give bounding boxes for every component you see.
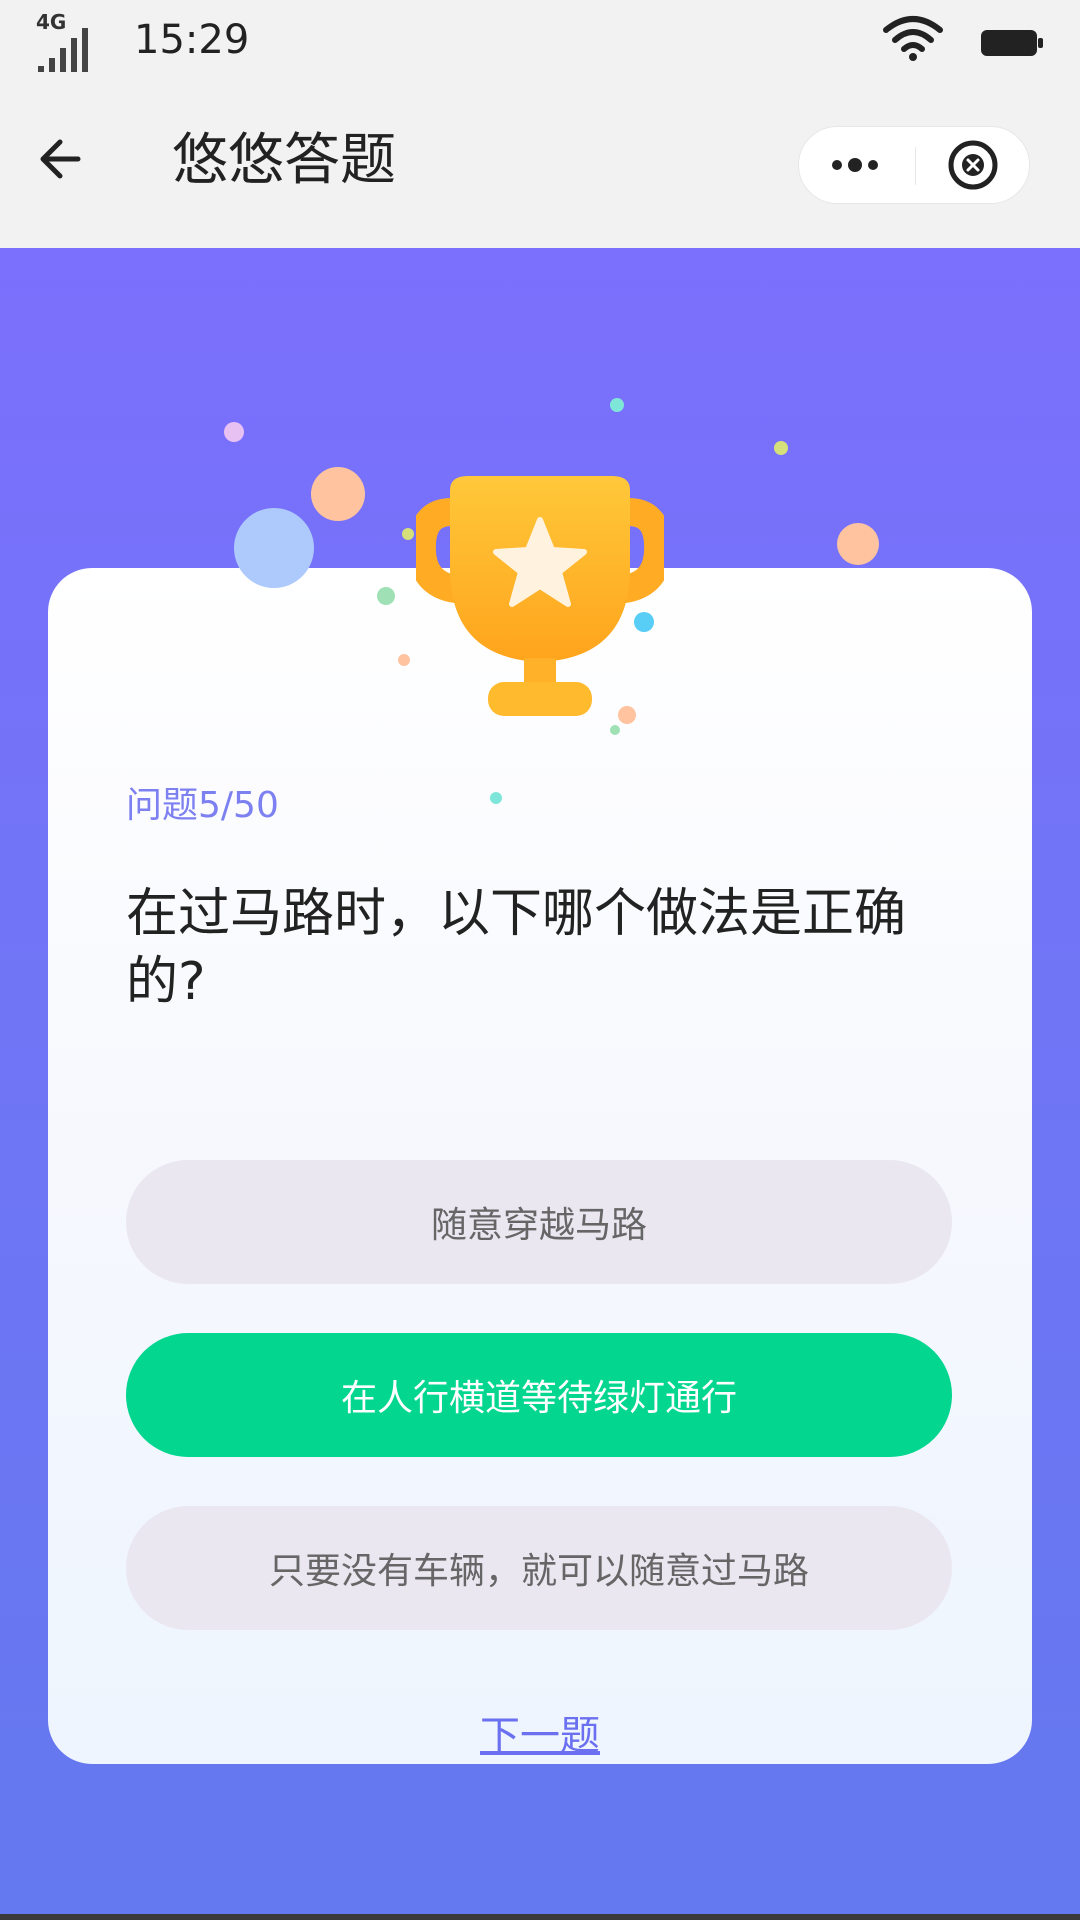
- question-text: 在过马路时，以下哪个做法是正确的?: [126, 884, 907, 1012]
- status-bar: 4G 15:29: [0, 0, 1080, 82]
- back-arrow-icon[interactable]: [30, 124, 100, 194]
- more-dots-icon[interactable]: [799, 127, 915, 203]
- answer-option-label: 在人行横道等待绿灯通行: [340, 1378, 737, 1419]
- answer-option-a[interactable]: 随意穿越马路: [126, 1160, 952, 1284]
- answer-option-c[interactable]: 只要没有车辆，就可以随意过马路: [126, 1506, 952, 1630]
- quiz-screen: 4G 15:29 悠悠答题 问题5/50 在过马路时，以下哪个做法是正确的? 随…: [0, 0, 1080, 1920]
- signal-indicator: 4G: [36, 12, 96, 74]
- battery-icon: [981, 30, 1043, 56]
- answer-option-label: 只要没有车辆，就可以随意过马路: [268, 1551, 809, 1592]
- answer-option-label: 随意穿越马路: [430, 1205, 647, 1246]
- question-progress: 问题5/50: [126, 785, 279, 826]
- mini-program-capsule: [798, 126, 1030, 204]
- signal-icon: [38, 28, 88, 72]
- next-question-link[interactable]: 下一题: [0, 1710, 1080, 1762]
- navigation-bar: 悠悠答题: [0, 82, 1080, 248]
- answer-option-b-correct[interactable]: 在人行横道等待绿灯通行: [126, 1333, 952, 1457]
- trophy-star-icon: [416, 476, 664, 716]
- close-circle-icon[interactable]: [915, 127, 1029, 203]
- status-time: 15:29: [134, 17, 250, 63]
- bottom-edge: [0, 1914, 1080, 1920]
- wifi-icon: [883, 16, 943, 61]
- page-title: 悠悠答题: [172, 128, 396, 193]
